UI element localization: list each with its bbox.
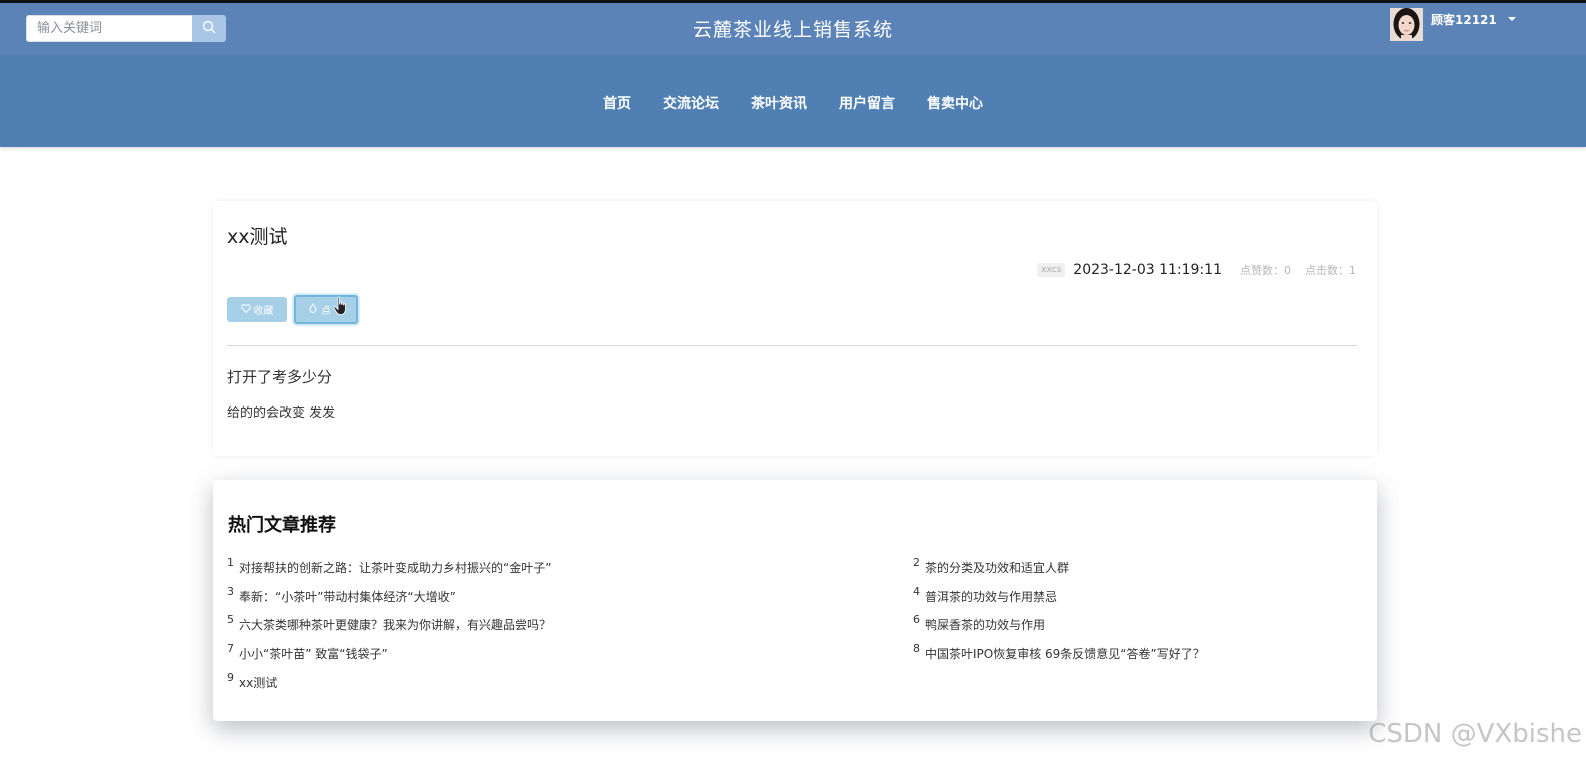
- hot-article-link[interactable]: 中国茶叶IPO恢复审核 69条反馈意见“答卷”写好了？: [925, 645, 1205, 662]
- watermark: CSDN @VXbishe: [1368, 719, 1582, 749]
- chevron-down-icon[interactable]: [1508, 17, 1516, 21]
- hot-articles-title: 热门文章推荐: [228, 515, 336, 536]
- like-label: 点: [321, 306, 331, 317]
- nav-item-tea-news[interactable]: 茶叶资讯: [735, 93, 823, 113]
- hot-article-link[interactable]: 六大茶类哪种茶叶更健康？我来为你讲解，有兴趣品尝吗？: [239, 616, 551, 633]
- like-count: 点赞数：0: [1240, 264, 1291, 277]
- article-meta: xxcs 2023-12-03 11:19:11 点赞数：0 点击数：1: [1037, 262, 1356, 278]
- click-count: 点击数：1: [1305, 264, 1356, 277]
- nav-item-home[interactable]: 首页: [587, 93, 647, 113]
- article-content-line: 给的的会改变 发发: [227, 406, 336, 421]
- hot-article-link[interactable]: 茶的分类及功效和适宜人群: [925, 559, 1069, 576]
- hot-articles-card: 热门文章推荐 1 对接帮扶的创新之路：让茶叶变成助力乡村振兴的“金叶子” 2 茶…: [213, 480, 1377, 721]
- avatar[interactable]: [1390, 8, 1423, 41]
- hot-article-number: 3: [227, 585, 234, 598]
- hot-article-number: 7: [227, 642, 234, 655]
- article-title: xx测试: [227, 226, 288, 248]
- hot-article-link[interactable]: 奉新：“小茶叶”带动村集体经济“大增收”: [239, 588, 456, 605]
- nav-item-messages[interactable]: 用户留言: [823, 93, 911, 113]
- publish-time: 2023-12-03 11:19:11: [1073, 262, 1222, 278]
- hot-article-number: 8: [913, 642, 920, 655]
- top-bar: 云麓茶业线上销售系统 顾客12121: [0, 3, 1586, 55]
- user-name[interactable]: 顾客12121: [1431, 11, 1497, 28]
- author-tag: xxcs: [1037, 263, 1066, 277]
- hot-article-item[interactable]: 7 小小“茶叶苗” 致富“钱袋子”: [227, 642, 388, 662]
- hot-article-link[interactable]: xx测试: [239, 674, 277, 691]
- hot-article-item[interactable]: 8 中国茶叶IPO恢复审核 69条反馈意见“答卷”写好了？: [913, 642, 1205, 662]
- hot-article-item[interactable]: 5 六大茶类哪种茶叶更健康？我来为你讲解，有兴趣品尝吗？: [227, 613, 551, 633]
- nav-item-sales-center[interactable]: 售卖中心: [911, 93, 999, 113]
- collect-label: 收藏: [253, 306, 274, 317]
- hot-article-link[interactable]: 小小“茶叶苗” 致富“钱袋子”: [239, 645, 388, 662]
- hot-article-link[interactable]: 鸭屎香茶的功效与作用: [925, 616, 1045, 633]
- divider: [227, 345, 1357, 346]
- hand-pointer-icon: [333, 296, 349, 320]
- article-content-line: 打开了考多少分: [227, 368, 333, 386]
- hot-article-number: 2: [913, 556, 920, 569]
- hot-article-number: 5: [227, 613, 234, 626]
- site-title: 云麓茶业线上销售系统: [692, 19, 893, 41]
- hot-article-item[interactable]: 3 奉新：“小茶叶”带动村集体经济“大增收”: [227, 585, 456, 605]
- nav-item-forum[interactable]: 交流论坛: [647, 93, 735, 113]
- hot-article-item[interactable]: 9 xx测试: [227, 671, 277, 691]
- heart-icon: [240, 303, 251, 316]
- hot-article-item[interactable]: 6 鸭屎香茶的功效与作用: [913, 613, 1045, 633]
- hot-article-number: 9: [227, 671, 234, 684]
- hot-article-item[interactable]: 1 对接帮扶的创新之路：让茶叶变成助力乡村振兴的“金叶子”: [227, 556, 551, 576]
- hot-article-number: 1: [227, 556, 234, 569]
- hot-article-item[interactable]: 2 茶的分类及功效和适宜人群: [913, 556, 1069, 576]
- hot-article-item[interactable]: 4 普洱茶的功效与作用禁忌: [913, 585, 1057, 605]
- collect-button[interactable]: 收藏: [227, 297, 287, 322]
- hot-article-number: 6: [913, 613, 920, 626]
- main-nav: 首页 交流论坛 茶叶资讯 用户留言 售卖中心: [0, 55, 1586, 147]
- hot-article-link[interactable]: 普洱茶的功效与作用禁忌: [925, 588, 1057, 605]
- hot-article-link[interactable]: 对接帮扶的创新之路：让茶叶变成助力乡村振兴的“金叶子”: [239, 559, 551, 576]
- hot-article-number: 4: [913, 585, 920, 598]
- article-card: xx测试 xxcs 2023-12-03 11:19:11 点赞数：0 点击数：…: [213, 201, 1377, 456]
- thumbs-up-icon: [308, 303, 318, 316]
